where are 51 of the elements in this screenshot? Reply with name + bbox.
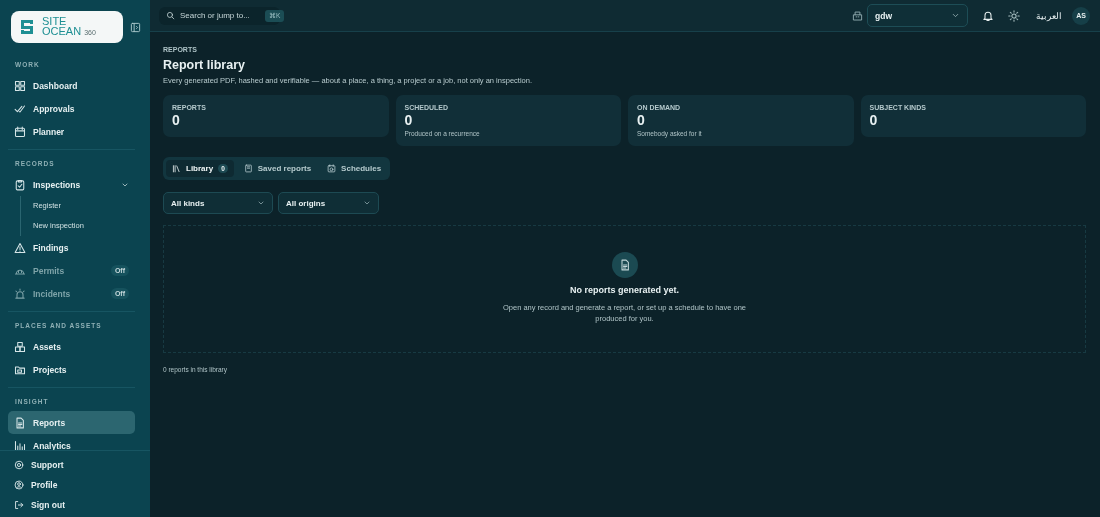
nav-item[interactable]: Projects xyxy=(8,358,135,381)
nav-item[interactable]: Findings xyxy=(8,236,135,259)
nav-item[interactable]: Profile xyxy=(8,475,142,495)
siren-icon xyxy=(14,287,26,300)
double-check-icon xyxy=(14,102,26,115)
page-title: Report library xyxy=(163,58,246,72)
nav-item[interactable]: Assets xyxy=(8,335,135,358)
nav-item[interactable]: Approvals xyxy=(8,97,135,120)
search-icon xyxy=(166,11,175,20)
chevron-down-icon xyxy=(363,199,371,207)
nav-item[interactable]: Sign out xyxy=(8,495,142,515)
calendar-clock-icon xyxy=(327,164,337,173)
tab[interactable]: Saved reports xyxy=(237,160,318,177)
chevron-down-icon xyxy=(257,199,265,207)
sign-out-icon xyxy=(14,500,24,510)
grid-icon xyxy=(14,79,26,92)
filter-dropdown[interactable]: All origins xyxy=(278,192,379,214)
bell-icon[interactable] xyxy=(982,9,994,22)
sidebar-toggle-icon[interactable] xyxy=(130,21,141,33)
tab[interactable]: Schedules xyxy=(321,160,388,177)
nav-item[interactable]: Reports xyxy=(8,411,135,434)
document-icon xyxy=(618,259,631,271)
nav-item[interactable]: Analytics xyxy=(8,434,135,450)
lifebuoy-icon xyxy=(14,460,24,470)
boxes-icon xyxy=(14,340,26,353)
folder-icon xyxy=(14,363,26,376)
nav-item[interactable]: Support xyxy=(8,455,142,475)
nav-item[interactable]: Planner xyxy=(8,120,135,143)
filter-dropdown[interactable]: All kinds xyxy=(163,192,273,214)
clipboard-icon xyxy=(14,178,26,191)
document-icon xyxy=(14,416,26,429)
stat-value: 0 xyxy=(869,112,879,128)
search-field[interactable]: Search or jump to... xyxy=(180,11,260,20)
language-link[interactable]: العربية xyxy=(1036,10,1062,21)
nav-item[interactable]: Inspections xyxy=(8,173,135,196)
chevron-down-icon xyxy=(951,11,960,20)
workspace-select[interactable]: gdw xyxy=(867,4,968,27)
empty-state-title: No reports generated yet. xyxy=(570,285,679,295)
user-icon xyxy=(14,480,24,490)
logo-text: SITE xyxy=(42,16,68,26)
nav-item[interactable]: Dashboard xyxy=(8,74,135,97)
bar-chart-icon xyxy=(14,439,26,450)
warning-icon xyxy=(14,241,26,254)
library-icon xyxy=(172,164,181,173)
sun-icon[interactable] xyxy=(1008,9,1020,22)
logo-text: OCEAN xyxy=(42,26,82,36)
notebook-icon xyxy=(243,164,253,173)
calendar-icon xyxy=(14,125,26,138)
stat-value: 0 xyxy=(172,112,181,128)
stat-value: 0 xyxy=(404,112,414,128)
stat-value: 0 xyxy=(637,112,646,128)
